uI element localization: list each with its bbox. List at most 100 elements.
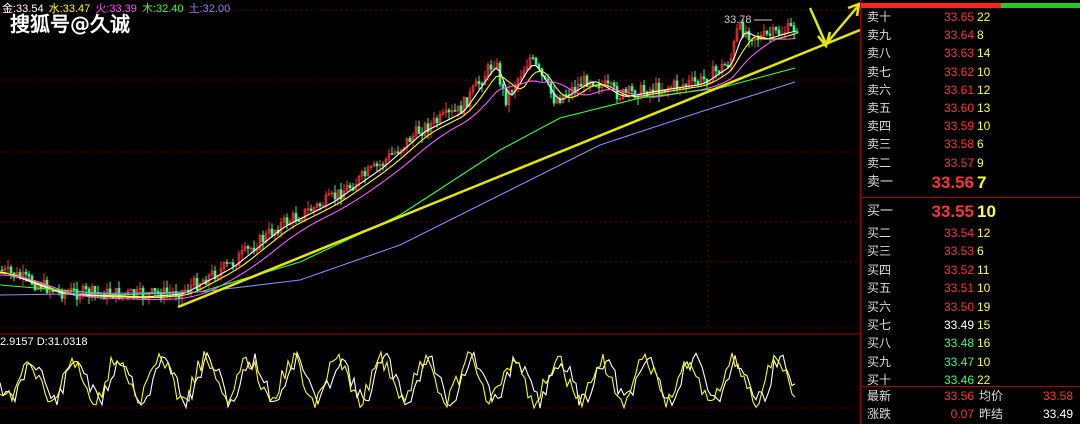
ask-level-row[interactable]: 卖一 33.56 7 xyxy=(861,171,1080,195)
ask-level-volume: 13 xyxy=(977,101,991,115)
ask-level-row[interactable]: 卖九 33.64 8 xyxy=(861,26,1080,44)
bid-level-volume: 12 xyxy=(977,226,991,240)
bid-level-row[interactable]: 买九 33.47 10 xyxy=(861,353,1080,371)
price-chart-panel[interactable]: 金:33.54 水:33.47 火:33.39 木:32.40 土:32.00 … xyxy=(0,0,860,424)
bid-level-row[interactable]: 买七 33.49 15 xyxy=(861,316,1080,334)
latest-label: 最新 xyxy=(867,389,892,403)
kdj-indicator-legend: 2.9157 D:31.0318 xyxy=(0,336,88,348)
candle-body xyxy=(309,208,313,212)
kdj-d-line xyxy=(0,350,796,410)
ask-level-volume: 10 xyxy=(977,64,991,79)
candle-body xyxy=(231,262,235,267)
kdj-k-line xyxy=(0,350,796,410)
ask-level-row[interactable]: 卖七 33.62 10 xyxy=(861,63,1080,81)
ask-level-row[interactable]: 卖六 33.61 12 xyxy=(861,81,1080,99)
candle-body xyxy=(348,185,352,189)
candle-body xyxy=(9,266,13,274)
ask-level-price: 33.57 xyxy=(943,155,974,170)
candle-body xyxy=(489,64,493,70)
bid-level-row[interactable]: 买五 33.51 10 xyxy=(861,279,1080,297)
bid-level-label: 买五 xyxy=(867,281,892,296)
candle-body xyxy=(108,288,112,297)
candle-body xyxy=(27,273,31,277)
bid-level-row[interactable]: 买一 33.55 10 xyxy=(861,200,1080,224)
settle-label: 昨结 xyxy=(979,407,1004,421)
ma-line-earth xyxy=(0,81,796,296)
order-book-divider xyxy=(861,197,1080,198)
ask-level-row[interactable]: 卖三 33.58 6 xyxy=(861,135,1080,153)
bid-level-volume: 15 xyxy=(977,318,991,332)
candle-body xyxy=(0,269,4,272)
ma-legend-item-wood: 木:32.40 xyxy=(141,3,184,15)
candle-body xyxy=(768,33,772,36)
bid-level-row[interactable]: 买二 33.54 12 xyxy=(861,224,1080,242)
candle-body xyxy=(612,82,616,87)
candle-body xyxy=(792,25,796,32)
ask-level-row[interactable]: 卖四 33.59 10 xyxy=(861,117,1080,135)
candle-body xyxy=(510,90,514,93)
candle-body xyxy=(84,285,88,290)
ask-level-label: 卖十 xyxy=(867,10,892,24)
candle-body xyxy=(534,57,538,65)
candle-body xyxy=(33,283,37,290)
chart-canvas[interactable] xyxy=(0,0,860,424)
ask-level-row[interactable]: 卖五 33.60 13 xyxy=(861,99,1080,117)
ask-level-label: 卖八 xyxy=(867,46,892,61)
ask-level-price: 33.60 xyxy=(943,101,974,115)
change-label: 涨跌 xyxy=(867,407,892,421)
bid-level-row[interactable]: 买六 33.50 19 xyxy=(861,298,1080,316)
bid-level-volume: 19 xyxy=(977,299,991,314)
bid-level-price: 33.53 xyxy=(943,244,974,259)
ma-line-wood xyxy=(0,67,796,296)
candle-body xyxy=(417,126,421,134)
candle-body xyxy=(390,153,394,156)
candle-body xyxy=(531,57,535,59)
watermark: 搜狐号@久诚 xyxy=(10,12,130,36)
candle-body xyxy=(765,30,769,35)
bid-level-volume: 11 xyxy=(977,262,990,277)
high-price-label: 33.78 xyxy=(724,14,752,26)
ask-level-price: 33.63 xyxy=(943,46,974,61)
ask-level-row[interactable]: 卖八 33.63 14 xyxy=(861,44,1080,62)
ask-level-volume: 10 xyxy=(977,119,991,134)
bid-level-row[interactable]: 买三 33.53 6 xyxy=(861,242,1080,260)
ask-level-row[interactable]: 卖二 33.57 9 xyxy=(861,154,1080,172)
candle-body xyxy=(294,213,298,221)
candle-body xyxy=(408,138,412,143)
bid-level-label: 买八 xyxy=(867,336,892,351)
bid-level-row[interactable]: 买四 33.52 11 xyxy=(861,261,1080,279)
candle-body xyxy=(297,220,301,222)
candle-body xyxy=(756,37,760,40)
candle-body xyxy=(579,83,583,87)
bid-level-price: 33.51 xyxy=(943,281,974,296)
candle-body xyxy=(465,97,469,108)
candle-body xyxy=(333,192,337,200)
ma-legend-item-earth: 土:32.00 xyxy=(188,3,231,15)
candle-body xyxy=(225,262,229,264)
bid-level-price: 33.49 xyxy=(943,318,974,332)
candle-body xyxy=(642,84,646,93)
ask-level-price: 33.65 xyxy=(943,10,974,24)
bid-level-label: 买七 xyxy=(867,318,892,332)
candle-body xyxy=(72,288,76,291)
candle-body xyxy=(675,80,679,89)
ask-level-price: 33.58 xyxy=(943,137,974,152)
bid-level-volume: 6 xyxy=(977,244,984,259)
order-book-panel: 卖十 33.65 22 卖九 33.64 8 卖八 33.63 14 卖七 33.62 10 卖六 33.… xyxy=(860,0,1080,424)
ask-level-price: 33.64 xyxy=(943,28,974,43)
bid-level-label: 买二 xyxy=(867,226,892,240)
trend-line xyxy=(177,28,860,309)
bid-level-label: 买四 xyxy=(867,262,892,277)
candle-body xyxy=(693,77,697,82)
ask-level-price: 33.56 xyxy=(931,173,974,192)
bid-level-row[interactable]: 买八 33.48 16 xyxy=(861,334,1080,352)
candle-body xyxy=(477,81,481,85)
ma-line-water xyxy=(0,33,797,299)
bid-level-price: 33.47 xyxy=(943,354,974,369)
change-row: 涨跌 0.07 昨结 33.49 xyxy=(861,405,1080,423)
ask-level-label: 卖七 xyxy=(867,64,892,79)
candle-body xyxy=(396,151,400,154)
candle-body xyxy=(246,246,250,249)
candle-body xyxy=(363,171,367,177)
ask-level-row[interactable]: 卖十 33.65 22 xyxy=(861,8,1080,26)
